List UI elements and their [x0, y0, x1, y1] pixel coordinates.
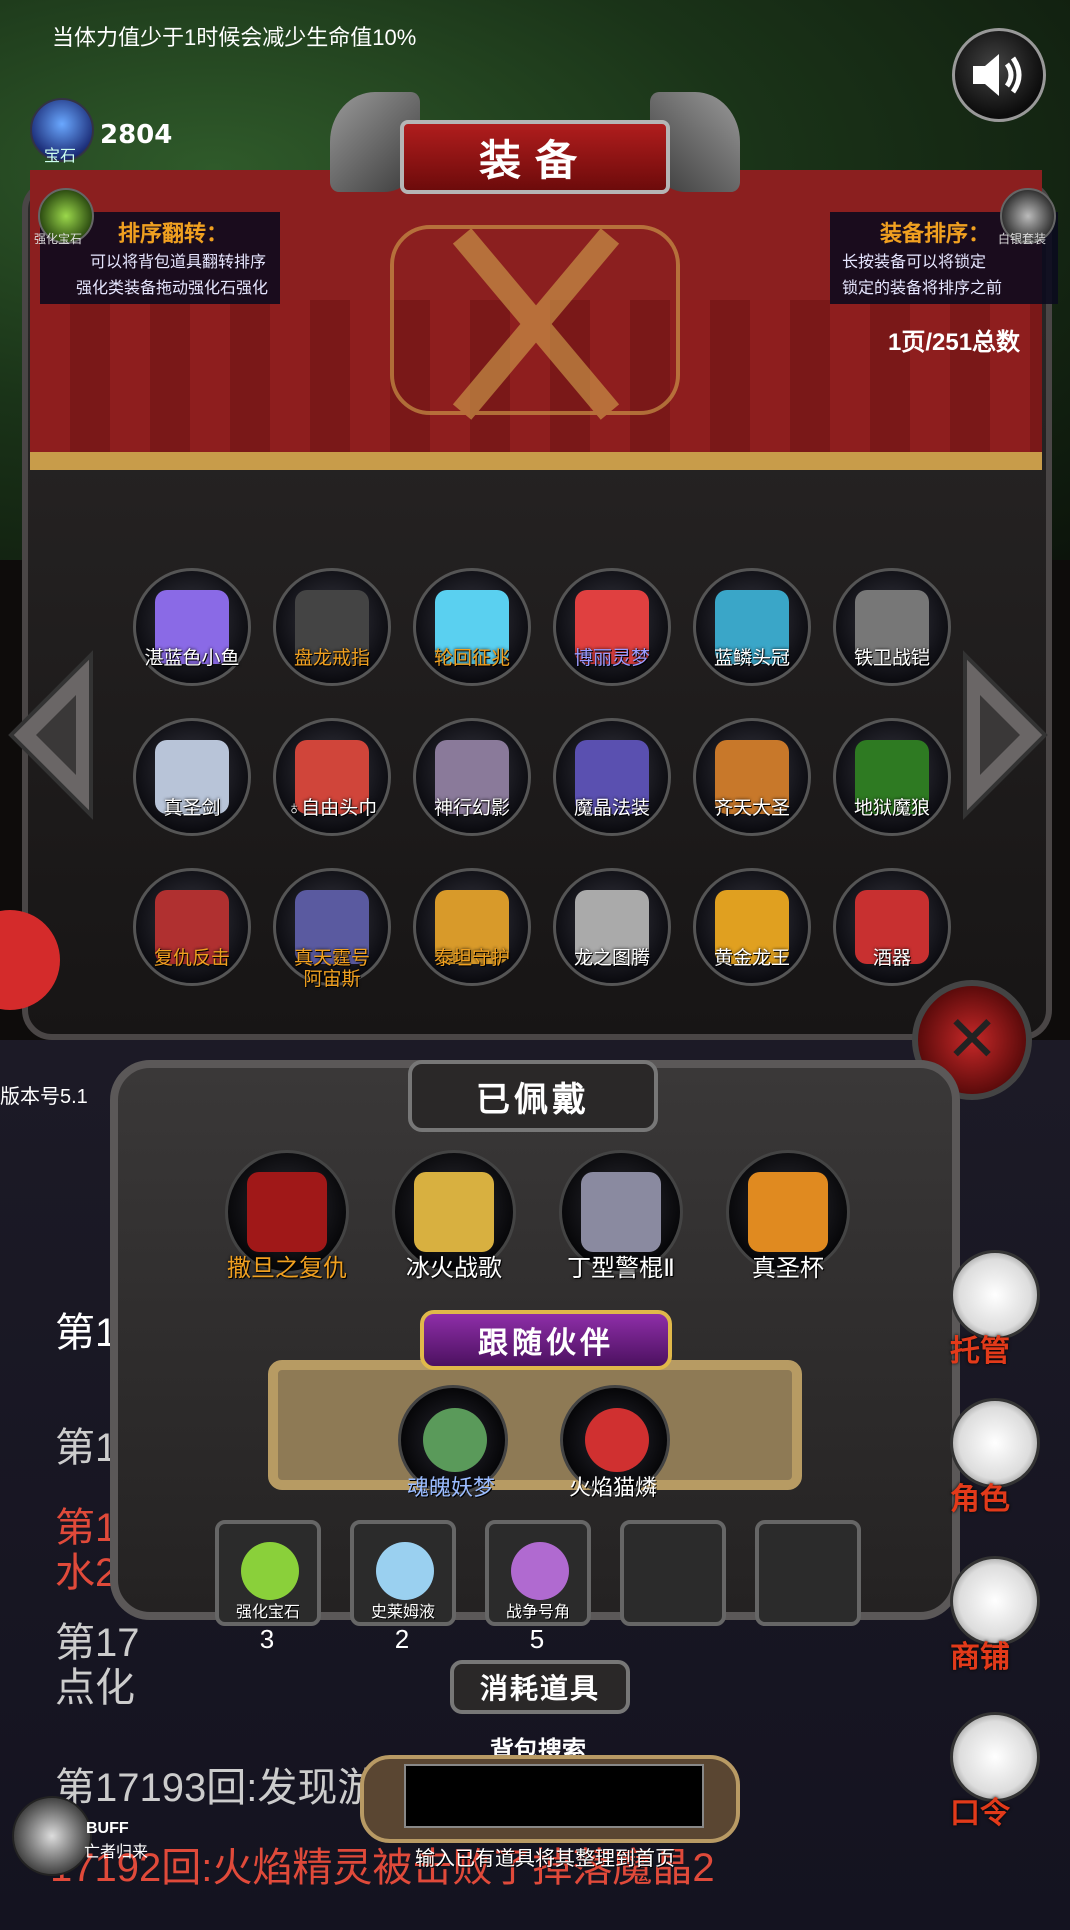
- item-label: 轮回征兆: [433, 648, 510, 669]
- tip-text: 当体力值少于1时候会减少生命值10%: [52, 25, 417, 50]
- item-art: [247, 1172, 327, 1252]
- code-button-label: 口令: [950, 1797, 1010, 1830]
- consumable-label: 战争号角: [505, 1604, 570, 1621]
- gem-count: 2804: [100, 120, 173, 150]
- arrow-right-icon: [963, 650, 1048, 820]
- consumables-title: 消耗道具: [450, 1660, 630, 1714]
- item-label: 酒器: [872, 948, 911, 969]
- item-label: 神行幻影: [433, 798, 510, 819]
- item-label: 泰坦守护: [433, 948, 510, 969]
- silver-set-label: 白银套装: [998, 232, 1047, 246]
- speaker-icon: [973, 54, 1022, 96]
- equipped-item-label: 撒旦之复仇: [227, 1255, 347, 1282]
- page-indicator: 1页/251总数: [888, 329, 1021, 356]
- log-line: 点化: [55, 1666, 135, 1710]
- consumable-count: 2: [394, 1624, 410, 1654]
- crossed-swords-emblem: [390, 225, 680, 415]
- item-label: 龙之图腾: [573, 948, 650, 969]
- item-label: 铁卫战铠: [853, 648, 930, 669]
- partner-title: 跟随伙伴: [420, 1310, 672, 1370]
- item-label: 博丽灵梦: [573, 648, 650, 669]
- consumable-art: [376, 1542, 434, 1600]
- item-label: 湛蓝色小鱼: [144, 648, 240, 669]
- item-art: [748, 1172, 828, 1252]
- equip-sort-title: 装备排序：: [880, 221, 991, 246]
- panel-title: 装备: [400, 120, 670, 194]
- item-label: 齐天大圣: [713, 798, 790, 819]
- consumable-art: [511, 1542, 569, 1600]
- equipped-title: 已佩戴: [408, 1060, 658, 1132]
- skull-icon[interactable]: [12, 1796, 92, 1876]
- sound-button[interactable]: [952, 28, 1046, 122]
- prev-page-button[interactable]: [6, 650, 96, 820]
- partner-art: [423, 1408, 487, 1472]
- search-input[interactable]: [404, 1764, 704, 1828]
- arrow-left-icon: [8, 650, 93, 820]
- item-label: 魔晶法装: [573, 798, 650, 819]
- partner-panel: [268, 1360, 802, 1490]
- consumable-label: 史莱姆液: [370, 1604, 435, 1621]
- equipped-item-label: 冰火战歌: [406, 1255, 502, 1282]
- partner-label: 魂魄妖梦: [406, 1475, 495, 1500]
- item-art: [581, 1172, 661, 1252]
- sort-flip-line: 可以将背包道具翻转排序: [90, 254, 267, 271]
- character-button-label: 角色: [950, 1483, 1010, 1516]
- item-label: 地狱魔狼: [853, 798, 930, 819]
- item-label: 真天霆号 阿宙斯: [293, 948, 370, 990]
- equipped-item-label: 丁型警棍Ⅱ: [567, 1255, 675, 1282]
- consumable-count: 5: [529, 1624, 545, 1654]
- consumable-label: 强化宝石: [235, 1604, 300, 1621]
- equipped-item-label: 真圣杯: [752, 1255, 824, 1282]
- item-label: 蓝鳞头冠: [713, 648, 790, 669]
- log-line: 第1: [55, 1311, 118, 1355]
- shop-button-label: 商铺: [950, 1641, 1010, 1674]
- partner-label: 火焰猫燐: [568, 1475, 657, 1500]
- partner-art: [585, 1408, 649, 1472]
- buff-name: 亡者归来: [84, 1844, 149, 1861]
- consumable-slot[interactable]: [755, 1520, 861, 1626]
- gem-label: 宝石: [44, 146, 77, 165]
- enhance-gem-label: 强化宝石: [34, 232, 83, 246]
- buff-label: BUFF: [86, 1820, 129, 1837]
- item-art: [414, 1172, 494, 1252]
- item-label: 复仇反击: [153, 948, 230, 969]
- consumable-slot[interactable]: [620, 1520, 726, 1626]
- version-label: 版本号5.1: [0, 1086, 88, 1108]
- consumable-count: 3: [259, 1624, 275, 1654]
- sort-flip-line: 强化类装备拖动强化石强化: [76, 280, 269, 297]
- equip-sort-line: 长按装备可以将锁定: [842, 254, 987, 271]
- item-label: 盘龙戒指: [293, 648, 370, 669]
- search-hint: 输入已有道具将其整理到首页: [415, 1848, 675, 1870]
- item-label: 黄金龙王: [713, 948, 790, 969]
- next-page-button[interactable]: [960, 650, 1050, 820]
- consumable-art: [241, 1542, 299, 1600]
- item-label: ♁自由头巾: [286, 798, 378, 819]
- sort-flip-title: 排序翻转：: [118, 221, 229, 246]
- equip-sort-line: 锁定的装备将排序之前: [842, 280, 1003, 297]
- item-label: 真圣剑: [163, 798, 221, 819]
- auto-button-label: 托管: [950, 1335, 1010, 1368]
